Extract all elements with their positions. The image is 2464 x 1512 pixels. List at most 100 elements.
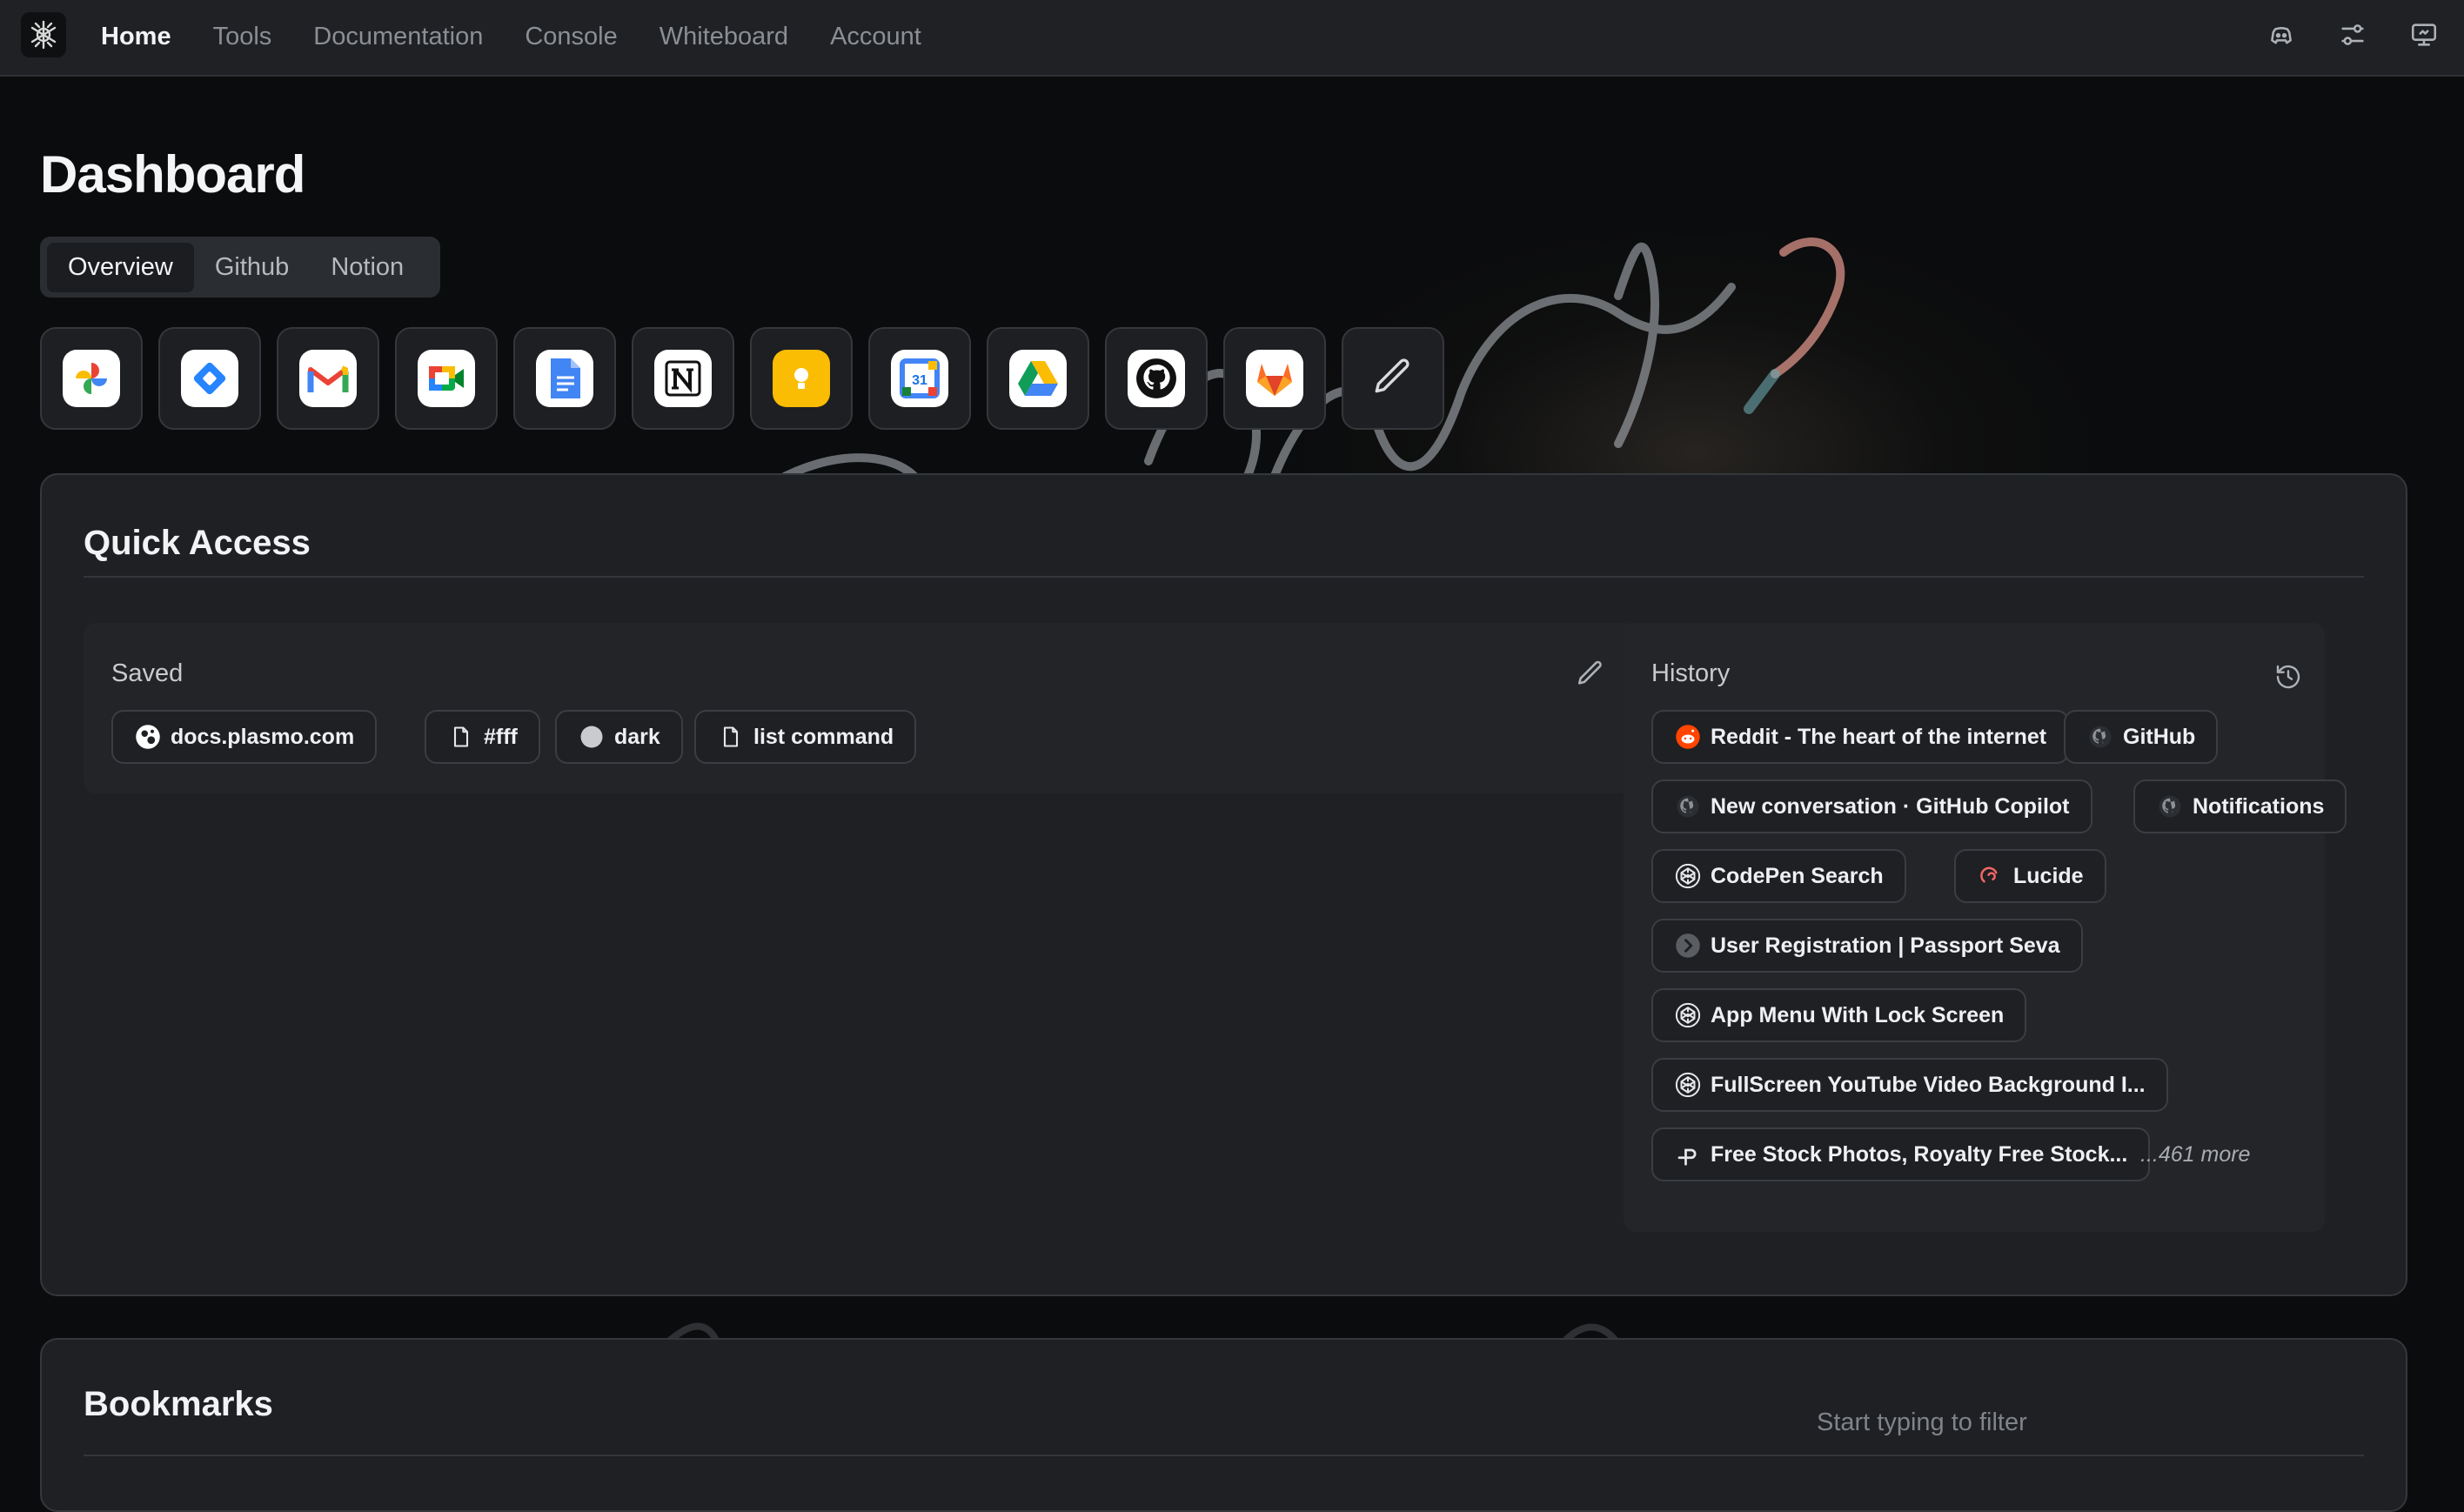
google-docs-icon xyxy=(536,350,593,407)
gitlab-icon xyxy=(1246,350,1303,407)
app-google-keep[interactable] xyxy=(750,327,853,430)
history-item-youtube-background[interactable]: FullScreen YouTube Video Background I... xyxy=(1651,1058,2168,1112)
app-github[interactable] xyxy=(1105,327,1208,430)
history-item-copilot[interactable]: New conversation · GitHub Copilot xyxy=(1651,779,2092,833)
saved-item-label: #fff xyxy=(484,724,518,749)
nav-whiteboard[interactable]: Whiteboard xyxy=(660,23,788,51)
saved-label: Saved xyxy=(111,659,184,687)
nav-home[interactable]: Home xyxy=(101,23,171,51)
history-item-label: User Registration | Passport Seva xyxy=(1711,933,2060,958)
history-item-label: Lucide xyxy=(2013,863,2084,888)
nav-console[interactable]: Console xyxy=(525,23,617,51)
history-item-reddit[interactable]: Reddit - The heart of the internet xyxy=(1651,710,2070,764)
history-clock-icon xyxy=(2276,665,2300,689)
history-item-passport-seva[interactable]: User Registration | Passport Seva xyxy=(1651,919,2083,973)
settings-sliders-icon[interactable] xyxy=(2337,19,2368,50)
google-keep-icon xyxy=(773,350,830,407)
top-navbar: Home Tools Documentation Console Whitebo… xyxy=(0,0,2464,77)
nav-tools[interactable]: Tools xyxy=(213,23,272,51)
history-item-codepen-search[interactable]: CodePen Search xyxy=(1651,849,1906,903)
app-google-docs[interactable] xyxy=(513,327,616,430)
app-notion[interactable] xyxy=(632,327,734,430)
calendar-day-label: 31 xyxy=(912,373,927,388)
history-item-label: Free Stock Photos, Royalty Free Stock... xyxy=(1711,1141,2128,1167)
edit-saved-button[interactable] xyxy=(1573,656,1608,691)
app-jira[interactable] xyxy=(158,327,261,430)
app-logo[interactable] xyxy=(21,12,66,57)
history-item-label: Notifications xyxy=(2193,793,2325,819)
google-meet-icon xyxy=(418,350,475,407)
saved-item-label: dark xyxy=(614,724,660,749)
file-icon xyxy=(447,723,475,751)
app-google-photos[interactable] xyxy=(40,327,143,430)
saved-item-dark[interactable]: dark xyxy=(555,710,683,764)
edit-pencil-icon xyxy=(1577,660,1602,685)
app-gitlab[interactable] xyxy=(1223,327,1326,430)
history-item-notifications[interactable]: Notifications xyxy=(2133,779,2347,833)
saved-item-label: list command xyxy=(753,724,894,749)
bookmarks-title: Bookmarks xyxy=(84,1385,273,1423)
history-item-app-menu[interactable]: App Menu With Lock Screen xyxy=(1651,988,2027,1042)
dashboard-tabs: Overview Github Notion xyxy=(40,237,440,298)
circle-icon xyxy=(578,723,606,751)
codepen-icon xyxy=(1674,862,1702,890)
github-icon xyxy=(1674,793,1702,820)
history-more-link[interactable]: ...461 more xyxy=(2140,1142,2250,1167)
github-icon xyxy=(2086,723,2114,751)
history-item-label: New conversation · GitHub Copilot xyxy=(1711,793,2070,819)
nav-account[interactable]: Account xyxy=(830,23,921,51)
app-gmail[interactable] xyxy=(277,327,379,430)
edit-apps-button[interactable] xyxy=(1342,327,1444,430)
history-item-label: App Menu With Lock Screen xyxy=(1711,1002,2005,1027)
discord-icon[interactable] xyxy=(2266,19,2297,50)
saved-item-list-command[interactable]: list command xyxy=(694,710,917,764)
bookmarks-filter-input[interactable] xyxy=(1817,1401,2304,1444)
notion-icon xyxy=(654,350,712,407)
history-item-label: Reddit - The heart of the internet xyxy=(1711,724,2047,749)
page-title: Dashboard xyxy=(40,145,305,204)
google-photos-icon xyxy=(63,350,120,407)
quick-access-card: Quick Access Saved docs.plasmo.com #fff xyxy=(40,473,2407,1296)
jira-icon xyxy=(181,350,238,407)
codepen-icon xyxy=(1674,1001,1702,1029)
tab-overview[interactable]: Overview xyxy=(47,242,194,292)
app-google-calendar[interactable]: 31 xyxy=(868,327,971,430)
saved-item-docs-plasmo[interactable]: docs.plasmo.com xyxy=(111,710,378,764)
app-google-meet[interactable] xyxy=(395,327,498,430)
history-item-github[interactable]: GitHub xyxy=(2064,710,2219,764)
divider xyxy=(84,576,2364,578)
google-drive-icon xyxy=(1009,350,1067,407)
logo-icon xyxy=(30,20,57,50)
monitor-icon[interactable] xyxy=(2408,19,2440,50)
github-icon xyxy=(2156,793,2184,820)
edit-pencil-icon xyxy=(1371,355,1415,403)
divider xyxy=(84,1455,2364,1456)
saved-panel: Saved docs.plasmo.com #fff dark list com… xyxy=(84,623,1637,793)
history-item-pexels[interactable]: Free Stock Photos, Royalty Free Stock... xyxy=(1651,1127,2151,1181)
lucide-icon xyxy=(1977,862,2005,890)
history-item-label: CodePen Search xyxy=(1711,863,1884,888)
history-label: History xyxy=(1651,659,1731,687)
file-icon xyxy=(717,723,745,751)
app-launcher: 31 xyxy=(40,327,1444,430)
reddit-icon xyxy=(1674,723,1702,751)
history-panel: History Reddit - The heart of the intern… xyxy=(1624,623,2347,1232)
google-calendar-icon: 31 xyxy=(891,350,948,407)
chevron-circle-icon xyxy=(1674,932,1702,960)
github-icon xyxy=(1128,350,1185,407)
saved-item-label: docs.plasmo.com xyxy=(171,724,355,749)
app-google-drive[interactable] xyxy=(987,327,1089,430)
main-nav: Home Tools Documentation Console Whitebo… xyxy=(101,0,963,73)
history-item-label: GitHub xyxy=(2123,724,2196,749)
nav-documentation[interactable]: Documentation xyxy=(313,23,483,51)
history-button[interactable] xyxy=(2271,659,2306,694)
pexels-icon xyxy=(1674,1141,1702,1168)
quick-access-title: Quick Access xyxy=(84,524,311,562)
gmail-icon xyxy=(299,350,357,407)
history-item-lucide[interactable]: Lucide xyxy=(1954,849,2106,903)
bookmarks-card: Bookmarks xyxy=(40,1338,2407,1512)
plasmo-icon xyxy=(134,723,162,751)
tab-notion[interactable]: Notion xyxy=(310,243,425,292)
tab-github[interactable]: Github xyxy=(194,243,310,292)
saved-item-fff[interactable]: #fff xyxy=(425,710,540,764)
